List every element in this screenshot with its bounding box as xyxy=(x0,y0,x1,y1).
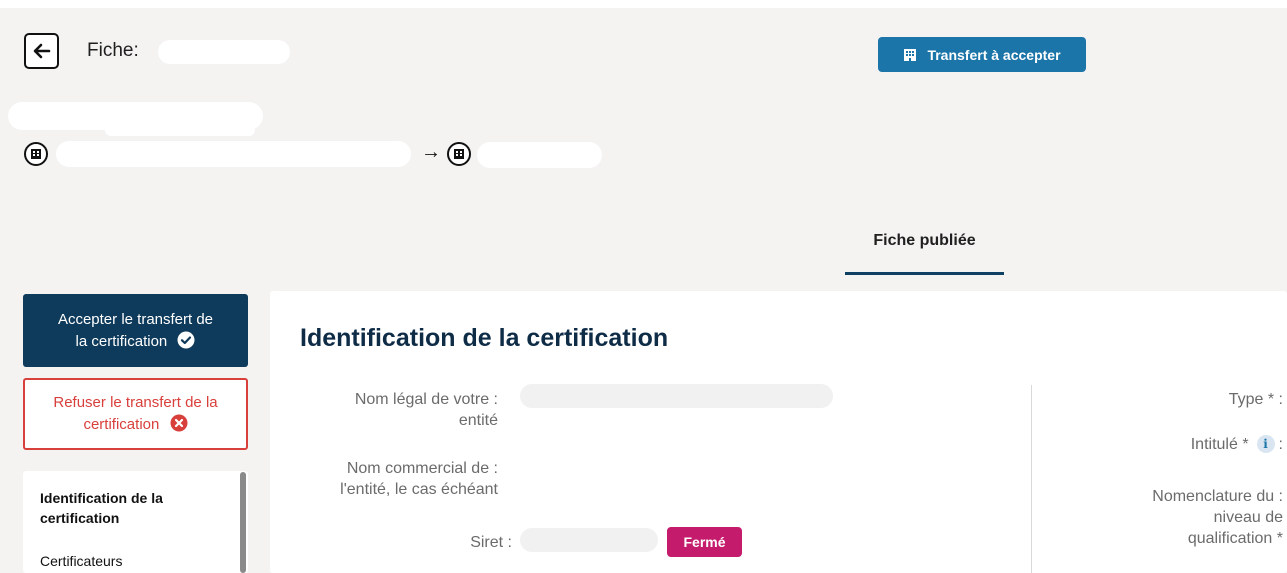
field-label-nom-commercial: Nom commercial de : l'entité, le cas éch… xyxy=(340,460,498,498)
transfer-pending-label: Transfert à accepter xyxy=(927,46,1061,63)
accept-transfer-label-line2: la certification xyxy=(75,332,168,350)
refuse-transfer-label-line1: Refuser le transfert de la xyxy=(53,394,218,411)
back-button[interactable] xyxy=(24,33,59,69)
column-divider xyxy=(1031,385,1032,573)
back-arrow-icon xyxy=(33,43,50,59)
tab-fiche-publiee[interactable]: Fiche publiée xyxy=(845,230,1004,275)
sidebar-scrollbar[interactable] xyxy=(240,472,246,573)
field-label-siret: Siret : xyxy=(470,534,512,551)
building-icon xyxy=(24,142,48,166)
redacted-nom-legal-value xyxy=(520,384,833,408)
section-title: Identification de la certification xyxy=(300,324,669,352)
building-icon xyxy=(904,48,917,61)
x-circle-icon xyxy=(170,414,188,432)
field-label-nomenclature: Nomenclature du : niveau de qualificatio… xyxy=(1152,488,1283,547)
sidebar-item-certificateurs[interactable]: Certificateurs xyxy=(40,553,122,569)
redacted-siret-value xyxy=(520,528,658,552)
refuse-transfer-button[interactable]: Refuser le transfert de la certification xyxy=(23,378,248,450)
field-label-intitule: Intitulé * i: xyxy=(1190,435,1283,453)
info-icon[interactable]: i xyxy=(1256,435,1275,453)
accept-transfer-button[interactable]: Accepter le transfert de la certificatio… xyxy=(23,294,248,367)
status-badge: Fermé xyxy=(667,527,742,557)
redacted-target-org xyxy=(477,142,602,168)
transfer-arrow: → xyxy=(421,141,441,163)
redacted-subtitle-2 xyxy=(105,124,255,136)
building-icon xyxy=(447,142,471,166)
refuse-transfer-label-line2: certification xyxy=(83,416,160,433)
redacted-source-org xyxy=(56,141,411,167)
accept-transfer-label-line1: Accepter le transfert de xyxy=(57,310,214,328)
page-title-label: Fiche: xyxy=(87,40,139,61)
field-label-nom-legal: Nom légal de votre : entité xyxy=(354,391,498,429)
sidebar-item-identification[interactable]: Identification de la certification xyxy=(40,488,230,528)
redacted-title xyxy=(158,40,290,64)
transfer-pending-button[interactable]: Transfert à accepter xyxy=(878,37,1086,72)
field-label-type: Type * : xyxy=(1228,391,1283,408)
check-circle-icon xyxy=(177,331,195,348)
